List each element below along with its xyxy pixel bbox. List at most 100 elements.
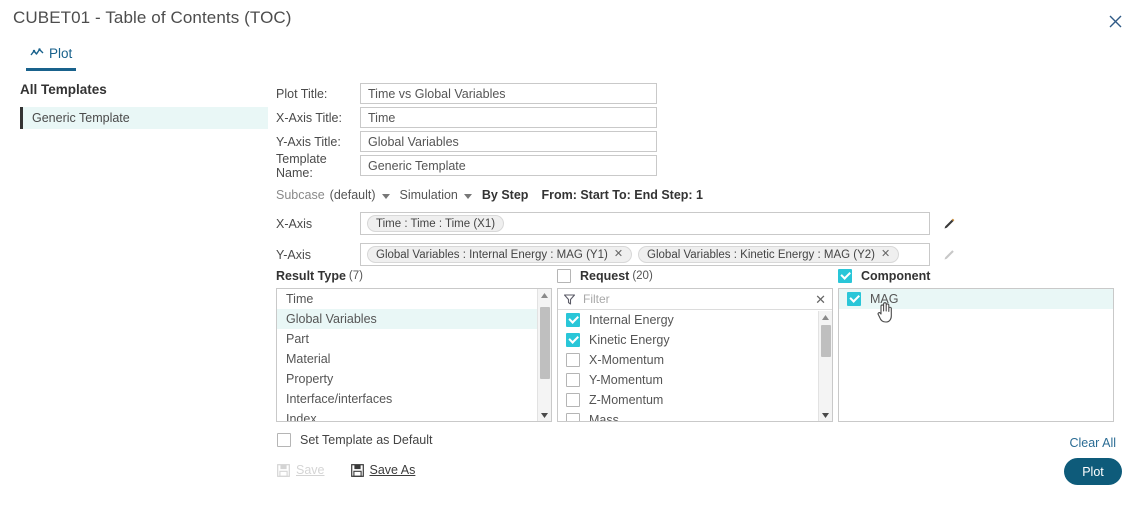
x-axis-row: X-Axis Time : Time : Time (X1) [276, 212, 1126, 235]
scroll-thumb[interactable] [540, 307, 550, 379]
floppy-disk-icon [277, 464, 290, 477]
selection-panels: Result Type (7) Time Global Variables Pa… [276, 266, 1114, 422]
component-list[interactable]: MAG [838, 288, 1114, 422]
result-type-scrollbar[interactable] [537, 289, 551, 421]
sidebar-heading: All Templates [20, 82, 268, 97]
list-item[interactable]: Y-Momentum [558, 370, 832, 390]
save-as-button[interactable]: Save As [351, 463, 416, 477]
list-item[interactable]: Z-Momentum [558, 390, 832, 410]
list-item[interactable]: Index [277, 409, 551, 422]
request-item-checkbox[interactable] [566, 333, 580, 347]
request-list[interactable]: ✕ Internal Energy Kinetic Energy X-Momen… [557, 288, 833, 422]
request-filter-input[interactable] [581, 291, 809, 307]
field-x-axis-title: X-Axis Title: [276, 106, 1126, 129]
x-axis-chip-label: Time : Time : Time (X1) [376, 218, 495, 230]
component-item-checkbox[interactable] [847, 292, 861, 306]
x-axis-field[interactable]: Time : Time : Time (X1) [360, 212, 930, 235]
plot-title-input[interactable] [360, 83, 657, 104]
tab-plot[interactable]: Plot [26, 44, 76, 71]
set-template-default-row[interactable]: Set Template as Default [277, 433, 432, 447]
list-item-label: Part [286, 332, 309, 346]
y-axis-field[interactable]: Global Variables : Internal Energy : MAG… [360, 243, 930, 266]
request-select-all-checkbox[interactable] [557, 269, 571, 283]
y-axis-chip-y1[interactable]: Global Variables : Internal Energy : MAG… [367, 246, 632, 263]
list-item[interactable]: Mass [558, 410, 832, 422]
subcase-mode-chevron-down-icon[interactable] [464, 194, 472, 199]
template-name-input[interactable] [360, 155, 657, 176]
y-axis-chip-y2[interactable]: Global Variables : Kinetic Energy : MAG … [638, 246, 899, 263]
list-item-label: X-Momentum [589, 353, 664, 367]
y-axis-chip-y1-label: Global Variables : Internal Energy : MAG… [376, 249, 608, 261]
list-item[interactable]: Global Variables [277, 309, 551, 329]
list-item-label: Mass [589, 413, 619, 422]
scroll-down-icon[interactable] [822, 409, 829, 421]
subcase-mode[interactable]: Simulation [400, 188, 458, 202]
subcase-chevron-down-icon[interactable] [382, 194, 390, 199]
request-filter-bar: ✕ [558, 289, 832, 310]
templates-sidebar: All Templates Generic Template [20, 82, 268, 129]
list-item[interactable]: Time [277, 289, 551, 309]
list-item-label: MAG [870, 292, 898, 306]
sidebar-item-generic-template[interactable]: Generic Template [20, 107, 268, 129]
save-button-label: Save [296, 463, 325, 477]
request-item-checkbox[interactable] [566, 313, 580, 327]
line-chart-icon [30, 48, 44, 59]
x-axis-label: X-Axis [276, 217, 360, 231]
close-icon[interactable] [1102, 8, 1128, 34]
save-button[interactable]: Save [277, 463, 325, 477]
request-item-checkbox[interactable] [566, 353, 580, 367]
list-item-label: Property [286, 372, 333, 386]
set-template-default-checkbox[interactable] [277, 433, 291, 447]
field-y-axis-title: Y-Axis Title: [276, 130, 1126, 153]
subcase-value[interactable]: (default) [330, 188, 376, 202]
y-axis-chip-y1-remove-icon[interactable]: ✕ [614, 249, 623, 260]
subcase-row: Subcase (default) Simulation By Step Fro… [276, 186, 1126, 204]
tab-plot-label: Plot [49, 46, 72, 61]
x-axis-edit-pencil-icon[interactable] [942, 217, 956, 231]
result-type-header: Result Type (7) [276, 266, 552, 285]
set-template-default-label: Set Template as Default [300, 433, 432, 447]
y-axis-chip-y2-remove-icon[interactable]: ✕ [881, 249, 890, 260]
list-item-label: Time [286, 292, 313, 306]
list-item-label: Kinetic Energy [589, 333, 670, 347]
scroll-track[interactable] [819, 323, 832, 409]
scroll-thumb[interactable] [821, 325, 831, 357]
result-type-list[interactable]: Time Global Variables Part Material Prop… [276, 288, 552, 422]
x-axis-title-label: X-Axis Title: [276, 111, 360, 125]
request-header: Request (20) [557, 266, 833, 285]
list-item[interactable]: Interface/interfaces [277, 389, 551, 409]
request-item-checkbox[interactable] [566, 413, 580, 422]
request-item-checkbox[interactable] [566, 373, 580, 387]
field-template-name: Template Name: [276, 154, 1126, 177]
scroll-down-icon[interactable] [541, 409, 548, 421]
scroll-track[interactable] [538, 301, 551, 409]
list-item[interactable]: X-Momentum [558, 350, 832, 370]
plot-title-label: Plot Title: [276, 87, 360, 101]
y-axis-title-input[interactable] [360, 131, 657, 152]
plot-button[interactable]: Plot [1064, 458, 1122, 485]
request-item-checkbox[interactable] [566, 393, 580, 407]
request-filter-clear-icon[interactable]: ✕ [815, 293, 826, 306]
y-axis-row: Y-Axis Global Variables : Internal Energ… [276, 243, 1126, 266]
list-item[interactable]: Part [277, 329, 551, 349]
list-item[interactable]: Property [277, 369, 551, 389]
list-item[interactable]: Kinetic Energy [558, 330, 832, 350]
request-scrollbar[interactable] [818, 311, 832, 421]
list-item[interactable]: MAG [839, 289, 1113, 309]
x-axis-title-input[interactable] [360, 107, 657, 128]
funnel-icon [564, 294, 575, 305]
result-type-count: (7) [349, 270, 363, 282]
y-axis-chip-y2-label: Global Variables : Kinetic Energy : MAG … [647, 249, 875, 261]
scroll-up-icon[interactable] [822, 311, 829, 323]
scroll-up-icon[interactable] [541, 289, 548, 301]
y-axis-label: Y-Axis [276, 248, 360, 262]
save-as-button-label: Save As [370, 463, 416, 477]
page-title: CUBET01 - Table of Contents (TOC) [13, 8, 292, 28]
component-select-all-checkbox[interactable] [838, 269, 852, 283]
step-range-label: From: Start To: End Step: 1 [541, 188, 703, 202]
floppy-disk-icon [351, 464, 364, 477]
list-item[interactable]: Material [277, 349, 551, 369]
clear-all-link[interactable]: Clear All [1069, 436, 1116, 450]
list-item[interactable]: Internal Energy [558, 310, 832, 330]
x-axis-chip[interactable]: Time : Time : Time (X1) [367, 215, 504, 232]
